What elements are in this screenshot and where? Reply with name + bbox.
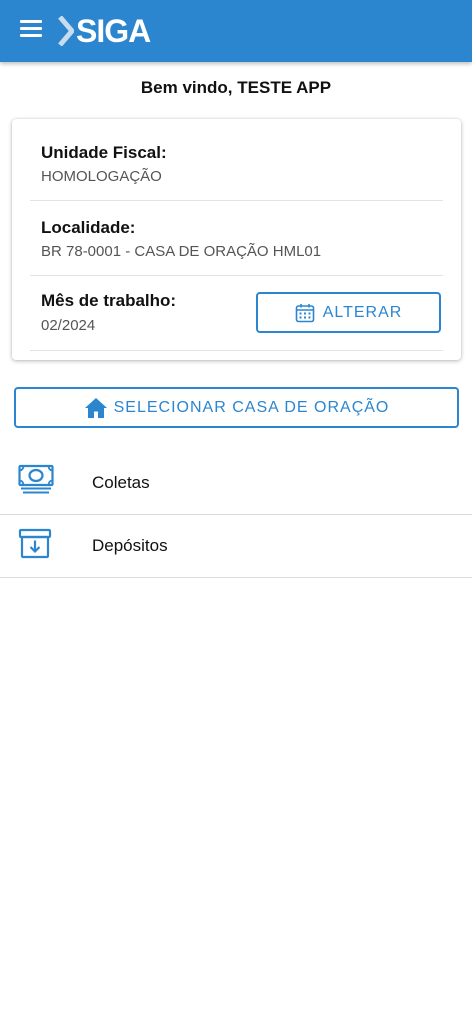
archive-download-icon [18,528,52,564]
selecionar-casa-label: SELECIONAR CASA DE ORAÇÃO [113,398,390,416]
localidade-label: Localidade: [41,218,136,237]
welcome-message: Bem vindo, TESTE APP [140,78,332,97]
menu-icon[interactable] [20,20,44,42]
info-card: Unidade Fiscal: HOMOLOGAÇÃO Localidade: … [12,119,461,360]
coletas-label: Coletas [92,473,150,492]
unidade-fiscal-label: Unidade Fiscal: [41,143,167,162]
unidade-fiscal-value: HOMOLOGAÇÃO [41,168,162,185]
home-icon [84,397,107,418]
depositos-label: Depósitos [92,536,168,555]
localidade-value: BR 78-0001 - CASA DE ORAÇÃO HML01 [41,243,322,260]
localidade-row: Localidade: BR 78-0001 - CASA DE ORAÇÃO … [30,201,443,276]
calendar-icon [295,303,314,322]
logo-text: SIGA [76,13,151,49]
unidade-fiscal-row: Unidade Fiscal: HOMOLOGAÇÃO [30,119,443,201]
alterar-button-label: ALTERAR [322,303,403,321]
main-menu-list: Coletas Depósitos [0,452,472,578]
alterar-button[interactable]: ALTERAR [256,292,441,333]
app-bar: SIGA [0,0,472,62]
list-item-coletas[interactable]: Coletas [0,452,472,515]
money-icon [18,464,54,500]
list-item-depositos[interactable]: Depósitos [0,515,472,578]
mes-trabalho-row: Mês de trabalho: 02/2024 ALTERAR [30,276,443,351]
mes-trabalho-label: Mês de trabalho: [41,291,177,310]
app-logo: SIGA [58,13,151,49]
selecionar-casa-button[interactable]: SELECIONAR CASA DE ORAÇÃO [14,387,459,428]
mes-trabalho-value: 02/2024 [41,317,96,334]
logo-chevron-icon [58,16,74,46]
